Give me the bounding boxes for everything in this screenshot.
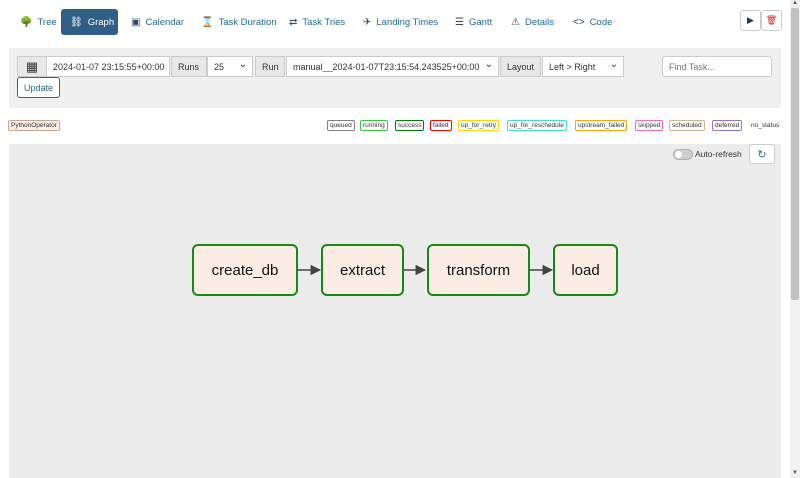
run-label: Run [255, 56, 285, 77]
state-legend-queued[interactable]: queued [327, 120, 355, 131]
tab-label: Landing Times [376, 16, 439, 28]
scroll-down-icon[interactable]: ▼ [790, 470, 800, 478]
dag-view-nav: 🌳 Tree ⛓ Graph ▣ Calendar ⌛ Task Duratio… [0, 0, 790, 44]
tab-calendar[interactable]: ▣ Calendar [122, 9, 193, 35]
tab-details[interactable]: ⚠ Details [502, 9, 563, 35]
runs-value: 25 [214, 61, 225, 72]
play-icon: ▶ [747, 15, 754, 25]
trash-icon: 🗑 [765, 15, 778, 25]
scrollbar-thumb[interactable] [791, 8, 799, 300]
state-legend-running[interactable]: running [360, 120, 388, 131]
state-legend-no-status[interactable]: no_status [749, 120, 782, 131]
run-value: manual__2024-01-07T23:15:54.243525+00:00 [293, 61, 480, 72]
tab-task-tries[interactable]: ⇄ Task Tries [280, 9, 354, 35]
graph-canvas[interactable]: Auto-refresh ↻ create_db extract transfo… [9, 144, 781, 478]
retry-icon: ⇄ [289, 16, 298, 28]
landing-icon: ✈ [363, 16, 372, 28]
update-button[interactable]: Update [17, 77, 61, 98]
tab-label: Gantt [468, 16, 493, 28]
layout-label: Layout [500, 56, 541, 77]
page: { "nav": { "tabs": [ {"label": "Tree", "… [0, 0, 800, 478]
tab-label: Task Tries [302, 16, 346, 28]
tab-gantt[interactable]: ☰ Gantt [446, 9, 501, 35]
hourglass-icon: ⌛ [201, 16, 214, 28]
graph-icon: ⛓ [70, 16, 83, 28]
legend-row: PythonOperator queued running success faile… [8, 116, 783, 136]
execution-date-value: 2024-01-07 23:15:55+00:00 [53, 61, 165, 72]
run-select[interactable]: manual__2024-01-07T23:15:54.243525+00:00 [286, 56, 499, 77]
tab-label: Task Duration [218, 16, 277, 28]
calendar-icon: ▦ [25, 58, 39, 74]
operator-legend: PythonOperator [8, 120, 60, 131]
task-node-transform[interactable]: transform [427, 244, 530, 296]
tab-landing-times[interactable]: ✈ Landing Times [354, 9, 447, 35]
tab-graph[interactable]: ⛓ Graph [61, 9, 118, 35]
tab-task-duration[interactable]: ⌛ Task Duration [192, 9, 286, 35]
tree-icon: 🌳 [20, 16, 33, 28]
trigger-dag-button[interactable]: ▶ [740, 10, 761, 31]
state-legend-up-for-retry[interactable]: up_for_retry [458, 120, 500, 131]
layout-value: Left > Right [549, 61, 596, 72]
calendar-icon: ▣ [131, 16, 141, 28]
calendar-picker-button[interactable]: ▦ [17, 56, 47, 77]
state-legend-deferred[interactable]: deferred [712, 120, 743, 131]
edges [298, 264, 554, 276]
warning-icon: ⚠ [511, 16, 520, 28]
delete-dag-button[interactable]: 🗑 [761, 10, 782, 31]
code-icon: <> [573, 16, 585, 28]
state-legend-failed[interactable]: failed [430, 120, 452, 131]
tab-code[interactable]: <> Code [564, 9, 621, 35]
tab-label: Details [524, 16, 555, 28]
tab-tree[interactable]: 🌳 Tree [11, 9, 66, 35]
tab-label: Graph [87, 16, 115, 28]
find-task-input[interactable] [662, 56, 772, 77]
task-node-extract[interactable]: extract [321, 244, 404, 296]
state-legend-success[interactable]: success [395, 120, 425, 131]
state-legend-skipped[interactable]: skipped [635, 120, 664, 131]
tab-label: Tree [37, 16, 57, 28]
task-node-create-db[interactable]: create_db [192, 244, 298, 296]
task-node-load[interactable]: load [553, 244, 618, 296]
layout-select[interactable]: Left > Right [542, 56, 624, 77]
state-legend-upstream-failed[interactable]: upstream_failed [575, 120, 628, 131]
runs-label: Runs [171, 56, 207, 77]
graph-filter-bar: ▦ 2024-01-07 23:15:55+00:00 Runs 25 Run … [9, 48, 781, 108]
state-legend-scheduled[interactable]: scheduled [669, 120, 705, 131]
tab-label: Code [589, 16, 613, 28]
gantt-icon: ☰ [455, 16, 464, 28]
tab-label: Calendar [145, 16, 185, 28]
scroll-up-icon[interactable]: ▲ [790, 0, 800, 8]
runs-select[interactable]: 25 [207, 56, 253, 77]
execution-date-input[interactable]: 2024-01-07 23:15:55+00:00 [46, 56, 170, 77]
page-scrollbar[interactable]: ▲ ▼ [790, 0, 800, 478]
state-legend-up-for-reschedule[interactable]: up_for_reschedule [507, 120, 567, 131]
